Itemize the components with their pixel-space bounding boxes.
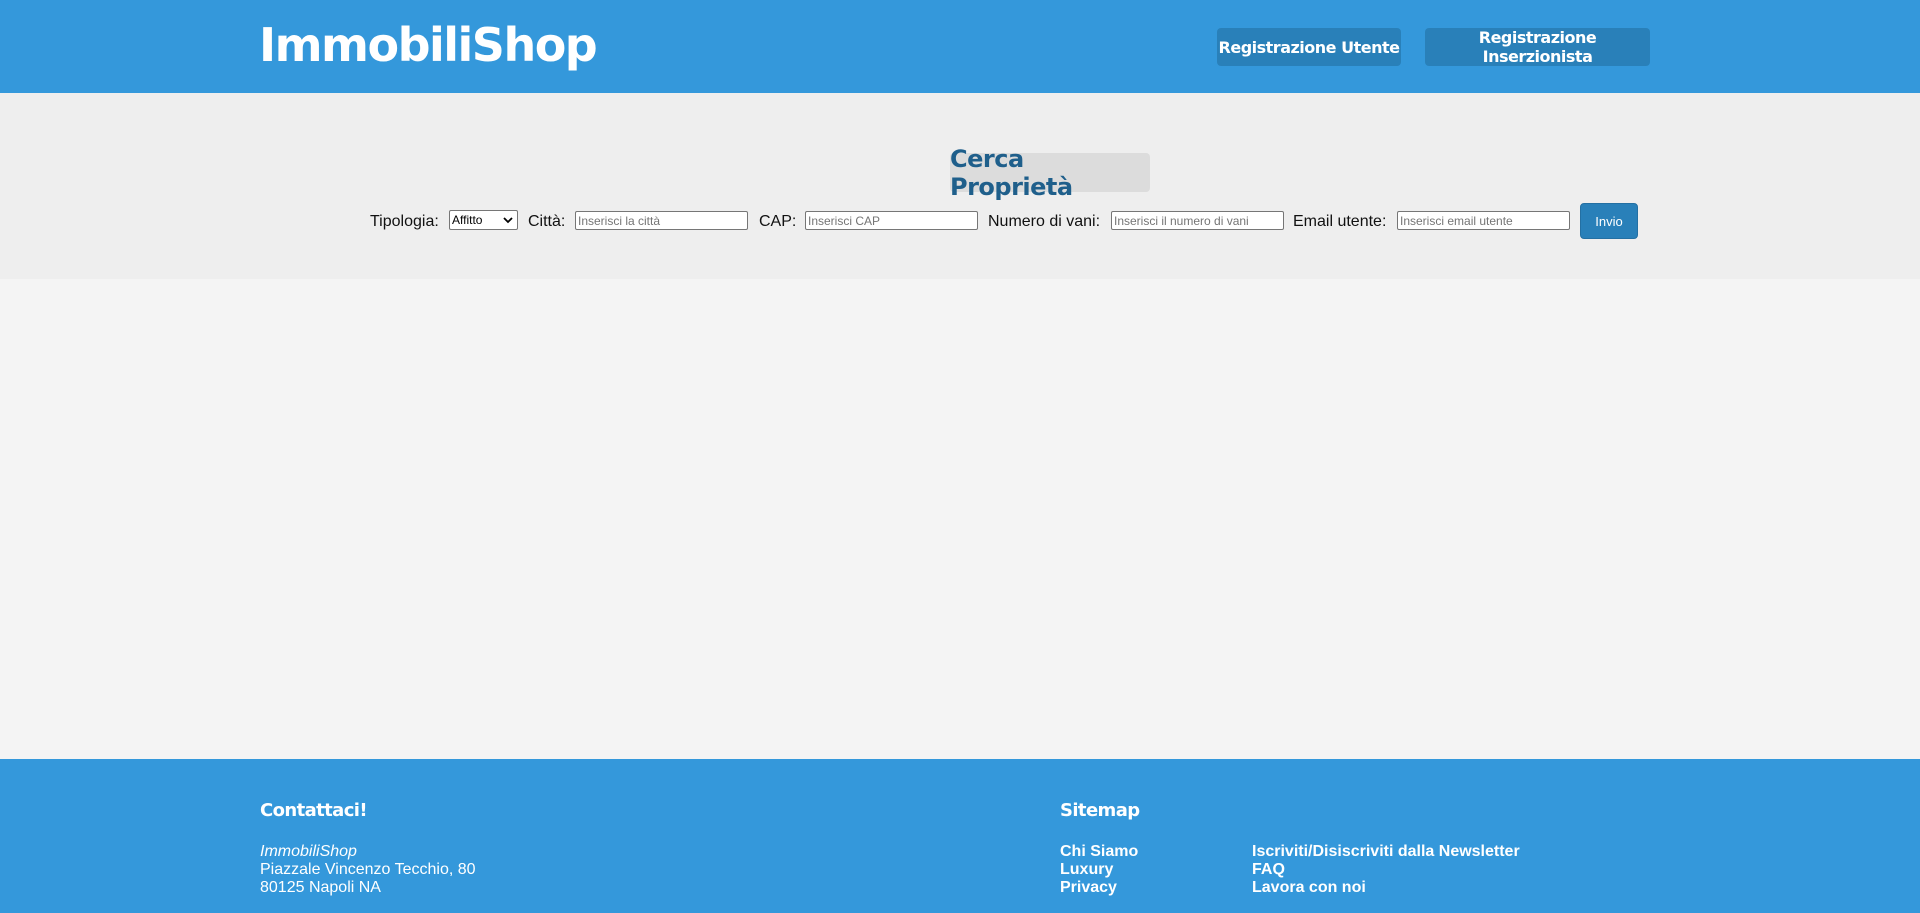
contact-heading: Contattaci!	[260, 800, 368, 821]
sitemap-link-faq[interactable]: FAQ	[1252, 861, 1285, 879]
sitemap-link-newsletter[interactable]: Iscriviti/Disiscriviti dalla Newsletter	[1252, 843, 1520, 861]
sitemap-link-luxury[interactable]: Luxury	[1060, 861, 1113, 879]
rooms-input[interactable]	[1111, 211, 1284, 230]
sitemap-link-chi-siamo[interactable]: Chi Siamo	[1060, 843, 1138, 861]
type-select[interactable]: Affitto	[449, 210, 518, 230]
user-registration-button[interactable]: Registrazione Utente	[1217, 28, 1401, 66]
cap-label: CAP:	[759, 213, 797, 230]
submit-button[interactable]: Invio	[1580, 203, 1638, 239]
contact-address-line2: 80125 Napoli NA	[260, 879, 381, 896]
advertiser-registration-button[interactable]: Registrazione Inserzionista	[1425, 28, 1650, 66]
contact-address-line1: Piazzale Vincenzo Tecchio, 80	[260, 861, 476, 878]
contact-company: ImmobiliShop	[260, 843, 357, 860]
city-label: Città:	[528, 213, 566, 230]
rooms-label: Numero di vani:	[988, 213, 1101, 230]
search-title: Cerca Proprietà	[950, 145, 1150, 201]
sitemap-heading: Sitemap	[1060, 800, 1140, 821]
type-label: Tipologia:	[370, 213, 439, 230]
sitemap-link-lavora-con-noi[interactable]: Lavora con noi	[1252, 879, 1366, 897]
type-select-value: Affitto	[452, 213, 483, 227]
site-header: ImmobiliShop Registrazione Utente Regist…	[0, 0, 1920, 93]
site-logo[interactable]: ImmobiliShop	[259, 18, 598, 72]
cap-input[interactable]	[805, 211, 978, 230]
search-panel: Cerca Proprietà Tipologia: Città: CAP: N…	[0, 93, 1920, 279]
sitemap-link-privacy[interactable]: Privacy	[1060, 879, 1117, 897]
site-footer: Contattaci! ImmobiliShop Piazzale Vincen…	[0, 759, 1920, 913]
email-label: Email utente:	[1293, 213, 1387, 230]
city-input[interactable]	[575, 211, 748, 230]
chevron-down-icon	[503, 217, 513, 224]
email-input[interactable]	[1397, 211, 1570, 230]
